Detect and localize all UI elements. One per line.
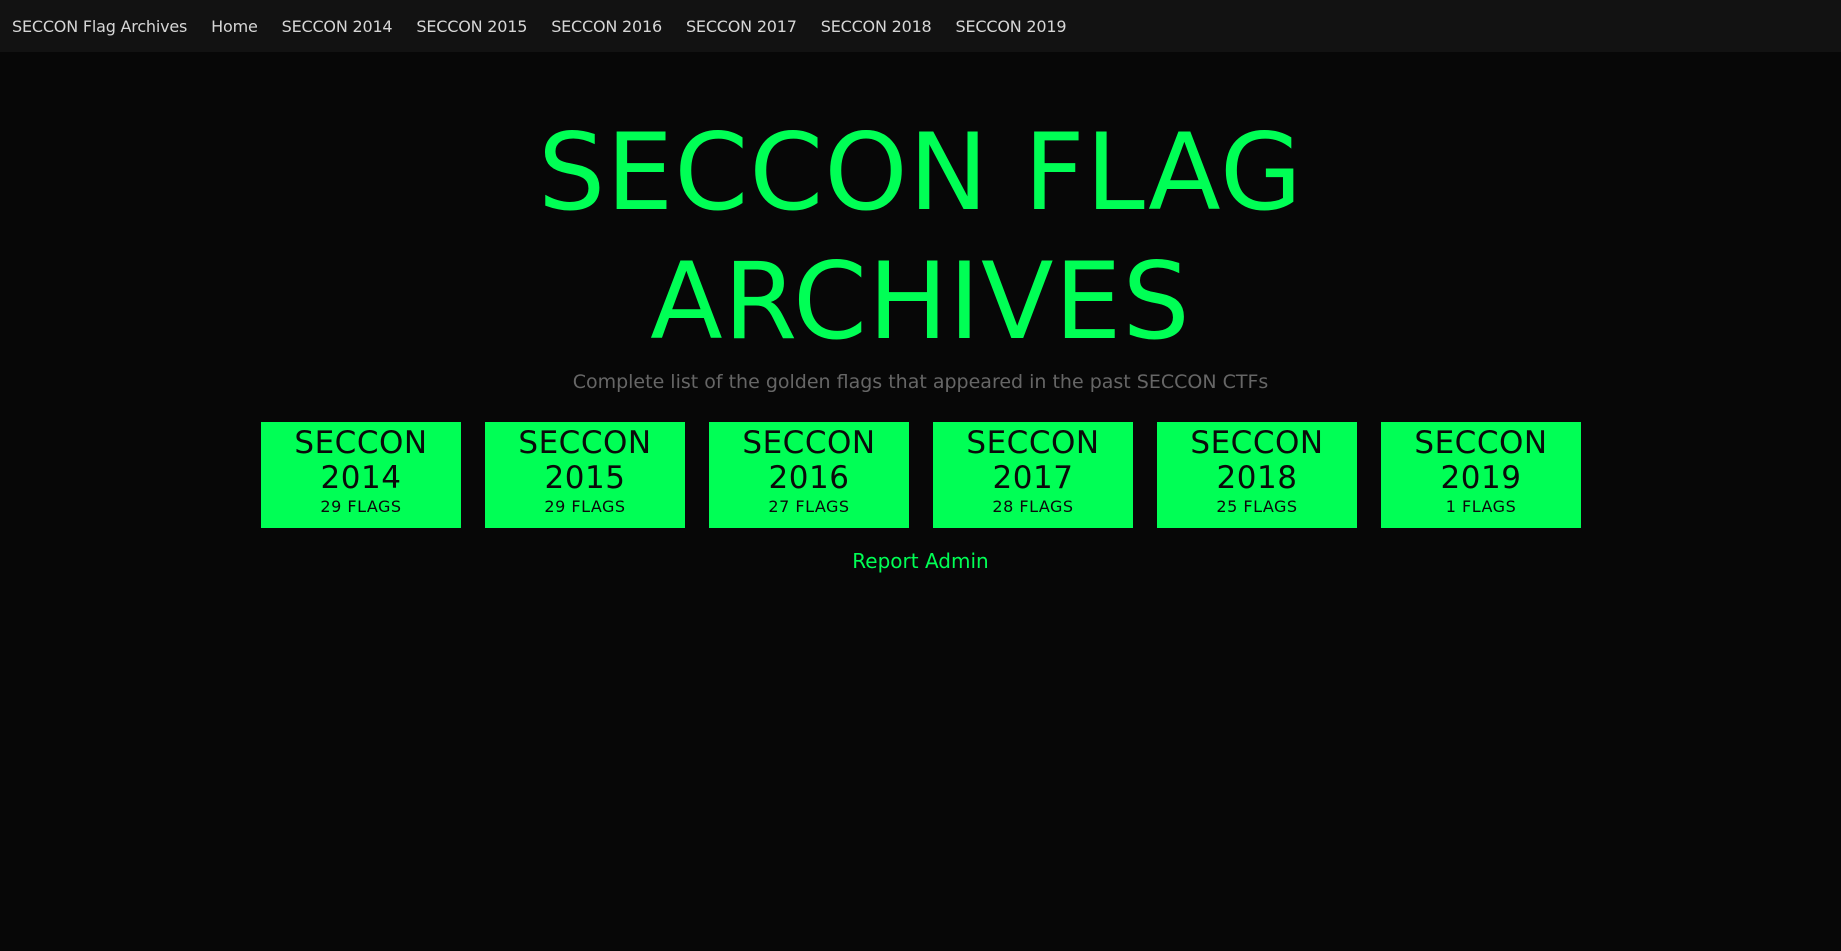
nav-link-seccon-2019[interactable]: SECCON 2019	[956, 17, 1067, 36]
nav-link-seccon-2016[interactable]: SECCON 2016	[551, 17, 662, 36]
year-card-2017[interactable]: SECCON 2017 28 FLAGS	[933, 422, 1133, 528]
nav-link-seccon-2017[interactable]: SECCON 2017	[686, 17, 797, 36]
nav-link-home[interactable]: Home	[211, 17, 258, 36]
card-flag-count: 29 FLAGS	[544, 497, 626, 516]
card-name: SECCON	[518, 425, 652, 461]
card-year: 2018	[1216, 460, 1298, 496]
year-card-2014[interactable]: SECCON 2014 29 FLAGS	[261, 422, 461, 528]
card-flag-count: 28 FLAGS	[992, 497, 1074, 516]
page-title-line-2: ARCHIVES	[650, 240, 1191, 363]
nav-link-seccon-2015[interactable]: SECCON 2015	[416, 17, 527, 36]
card-name: SECCON	[1414, 425, 1548, 461]
card-year: 2015	[544, 460, 626, 496]
top-navbar: SECCON Flag Archives Home SECCON 2014 SE…	[0, 0, 1841, 52]
card-flag-count: 27 FLAGS	[768, 497, 850, 516]
card-name: SECCON	[1190, 425, 1324, 461]
card-year: 2014	[320, 460, 402, 496]
card-year: 2017	[992, 460, 1074, 496]
year-card-2016[interactable]: SECCON 2016 27 FLAGS	[709, 422, 909, 528]
report-admin-container: Report Admin	[0, 549, 1841, 573]
card-name: SECCON	[742, 425, 876, 461]
nav-link-seccon-2018[interactable]: SECCON 2018	[821, 17, 932, 36]
card-year: 2019	[1440, 460, 1522, 496]
year-card-2018[interactable]: SECCON 2018 25 FLAGS	[1157, 422, 1357, 528]
page-subtitle: Complete list of the golden flags that a…	[572, 371, 1269, 393]
year-card-2019[interactable]: SECCON 2019 1 FLAGS	[1381, 422, 1581, 528]
nav-link-seccon-2014[interactable]: SECCON 2014	[282, 17, 393, 36]
card-year: 2016	[768, 460, 850, 496]
card-name: SECCON	[966, 425, 1100, 461]
navbar-brand[interactable]: SECCON Flag Archives	[12, 17, 187, 36]
year-card-2015[interactable]: SECCON 2015 29 FLAGS	[485, 422, 685, 528]
page-title-line-1: SECCON FLAG	[538, 111, 1303, 234]
card-flag-count: 29 FLAGS	[320, 497, 402, 516]
card-flag-count: 25 FLAGS	[1216, 497, 1298, 516]
card-name: SECCON	[294, 425, 428, 461]
year-cards: SECCON 2014 29 FLAGS SECCON 2015 29 FLAG…	[261, 422, 1581, 528]
page-title: SECCON FLAG ARCHIVES	[0, 108, 1841, 366]
report-admin-link[interactable]: Report Admin	[852, 549, 988, 573]
card-flag-count: 1 FLAGS	[1445, 497, 1517, 516]
